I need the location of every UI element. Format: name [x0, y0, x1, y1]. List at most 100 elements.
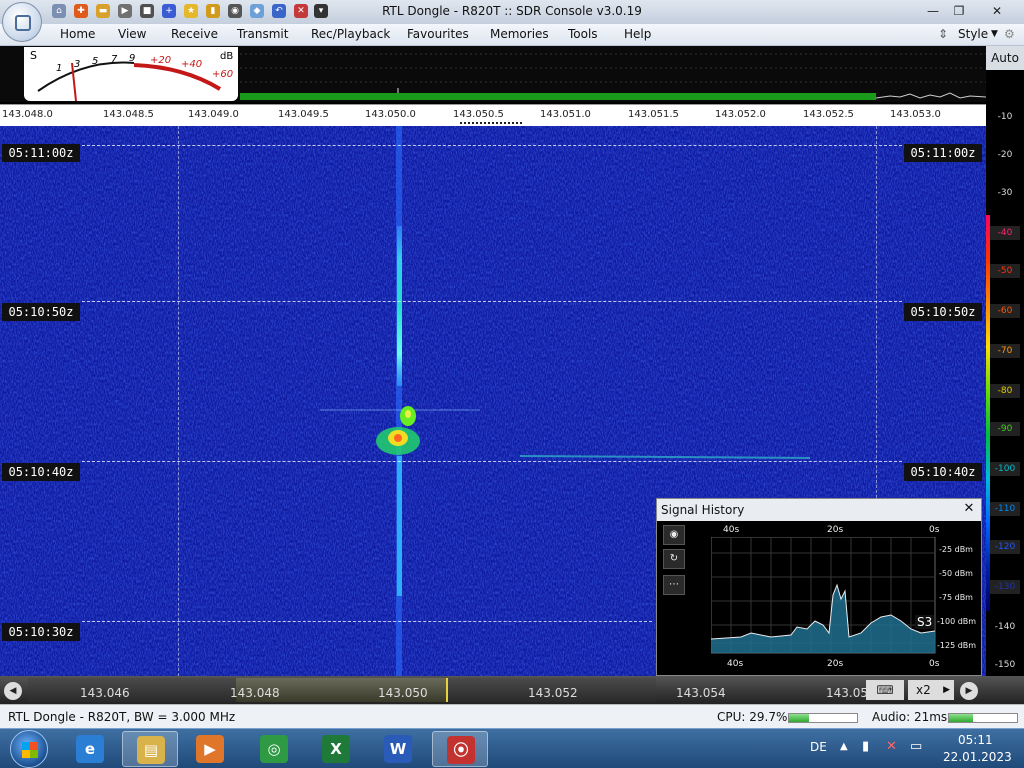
add-icon[interactable]: +	[162, 4, 176, 18]
audio-progress	[948, 713, 1018, 723]
x-label-bottom: 0s	[929, 659, 940, 669]
x-label-top: 0s	[929, 525, 940, 535]
start-button[interactable]	[10, 730, 48, 768]
db-unit-label: dB	[220, 51, 234, 62]
language-indicator[interactable]: DE	[810, 740, 827, 754]
db-tick-label: -90	[990, 422, 1020, 436]
style-menu[interactable]: Style	[958, 27, 988, 41]
x-label-top: 40s	[723, 525, 740, 535]
refresh-icon[interactable]: ↻	[663, 549, 685, 569]
menu-tools[interactable]: Tools	[568, 27, 598, 41]
menu-view[interactable]: View	[118, 27, 146, 41]
close-button[interactable]: ✕	[980, 2, 1014, 20]
signal-history-close-button[interactable]: ✕	[961, 501, 977, 519]
play-icon[interactable]: ▶	[118, 4, 132, 18]
display-icon[interactable]: ▭	[910, 739, 922, 754]
overview-freq-label: 143.046	[80, 686, 130, 700]
maximize-button[interactable]: ❐	[948, 2, 970, 20]
menu-home[interactable]: Home	[60, 27, 95, 41]
db-tick-label: -150	[994, 660, 1016, 670]
tuning-line	[446, 678, 448, 702]
taskbar: e ▤ ▶ ◎ X W ⦿ DE ▲ ▮ ✕ ▭ 05:11 22.01.2023	[0, 728, 1024, 768]
folder-icon[interactable]: ▬	[96, 4, 110, 18]
color-scale-bar	[986, 215, 990, 611]
db-scale: -10 -20 -30 -40 -50 -60 -70 -80 -90 -100 -110 -120 -…	[986, 70, 1024, 676]
clock-date[interactable]: 22.01.2023	[943, 750, 1012, 764]
drop-icon[interactable]: ◆	[250, 4, 264, 18]
device-status: RTL Dongle - R820T, BW = 3.000 MHz	[8, 710, 236, 724]
auto-scale-button[interactable]: Auto	[986, 46, 1024, 70]
menu-receive[interactable]: Receive	[171, 27, 218, 41]
camera-icon[interactable]: ◉	[228, 4, 242, 18]
show-hidden-icons[interactable]: ▲	[840, 741, 848, 752]
time-label-left: 05:10:30z	[2, 623, 80, 641]
time-gridline	[82, 145, 902, 146]
menu-help[interactable]: Help	[624, 27, 651, 41]
db-tick-label: -20	[997, 150, 1013, 160]
frequency-scale[interactable]: 143.048.0 143.048.5 143.049.0 143.049.5 …	[0, 104, 986, 126]
gear-icon[interactable]: ⚙	[1004, 27, 1015, 41]
menu-transmit[interactable]: Transmit	[237, 27, 288, 41]
lock-icon[interactable]: ▮	[206, 4, 220, 18]
minimize-button[interactable]: —	[922, 2, 944, 20]
taskbar-app[interactable]: e	[62, 731, 118, 767]
time-label-left: 05:10:40z	[2, 463, 80, 481]
taskbar-app[interactable]: ⦿	[432, 731, 488, 767]
time-gridline	[82, 461, 902, 462]
scroll-left-button[interactable]: ◀	[4, 682, 22, 700]
menu-rec-playback[interactable]: Rec/Playback	[311, 27, 390, 41]
taskbar-app[interactable]: W	[370, 731, 426, 767]
menu-memories[interactable]: Memories	[490, 27, 549, 41]
signal-history-window[interactable]: Signal History ✕ ◉ ↻ ⋯ 40s 20s 0s -25 dB…	[656, 498, 982, 676]
s-tick-9: 9	[129, 53, 136, 64]
menu-bar: Home View Receive Transmit Rec/Playback …	[0, 24, 1024, 46]
freq-tick: 143.050.0	[365, 109, 416, 120]
keyboard-icon[interactable]: ⌨	[866, 680, 904, 700]
application-menu-button[interactable]	[2, 2, 42, 42]
time-label-right: 05:10:40z	[904, 463, 982, 481]
record-icon[interactable]: ◉	[663, 525, 685, 545]
taskbar-app[interactable]: ▤	[122, 731, 178, 767]
volume-muted-icon[interactable]: ✕	[886, 739, 897, 754]
s-unit-label: S	[30, 49, 37, 62]
scroll-right-button[interactable]: ▶	[960, 682, 978, 700]
overview-freq-label: 143.054	[676, 686, 726, 700]
time-gridline	[82, 621, 652, 622]
settings-icon[interactable]: ✚	[74, 4, 88, 18]
style-arrows-icon: ⇕	[938, 27, 949, 41]
chrome-icon: ◎	[260, 735, 288, 763]
taskbar-app[interactable]: ◎	[246, 731, 302, 767]
time-label-right: 05:10:50z	[904, 303, 982, 321]
y-label: -75 dBm	[939, 593, 973, 602]
freq-tick: 143.048.5	[103, 109, 154, 120]
sdr-console-icon: ⦿	[447, 736, 475, 764]
mute-icon[interactable]: ✕	[294, 4, 308, 18]
time-label-right: 05:11:00z	[904, 144, 982, 162]
freq-tick: 143.052.0	[715, 109, 766, 120]
title-bar: RTL Dongle - R820T :: SDR Console v3.0.1…	[0, 0, 1024, 24]
freq-tick: 143.049.5	[278, 109, 329, 120]
db-tick-label: -40	[990, 226, 1020, 240]
tuning-marker[interactable]	[460, 122, 522, 124]
y-label: -100 dBm	[937, 617, 977, 626]
dropdown-icon[interactable]: ▾	[314, 4, 328, 18]
db-tick-label: -80	[990, 384, 1020, 398]
signal-history-title: Signal History	[657, 499, 981, 521]
taskbar-app[interactable]: ▶	[182, 731, 238, 767]
menu-favourites[interactable]: Favourites	[407, 27, 469, 41]
network-icon[interactable]: ▮	[862, 739, 869, 754]
s-tick-7: 7	[111, 54, 118, 65]
undo-icon[interactable]: ↶	[272, 4, 286, 18]
freq-tick: 143.051.5	[628, 109, 679, 120]
star-icon[interactable]: ★	[184, 4, 198, 18]
overview-freq-label: 143.052	[528, 686, 578, 700]
db-tick-label: -30	[997, 188, 1013, 198]
zoom-select[interactable]: x2 ▶	[908, 680, 954, 700]
clock-time[interactable]: 05:11	[958, 733, 993, 747]
s-meter: S dB 1 3 5 7 9 +20 +40 +60	[24, 47, 238, 101]
home-icon[interactable]: ⌂	[52, 4, 66, 18]
taskbar-app[interactable]: X	[308, 731, 364, 767]
stop-icon[interactable]: ■	[140, 4, 154, 18]
freq-tick: 143.050.5	[453, 109, 504, 120]
more-options-icon[interactable]: ⋯	[663, 575, 685, 595]
